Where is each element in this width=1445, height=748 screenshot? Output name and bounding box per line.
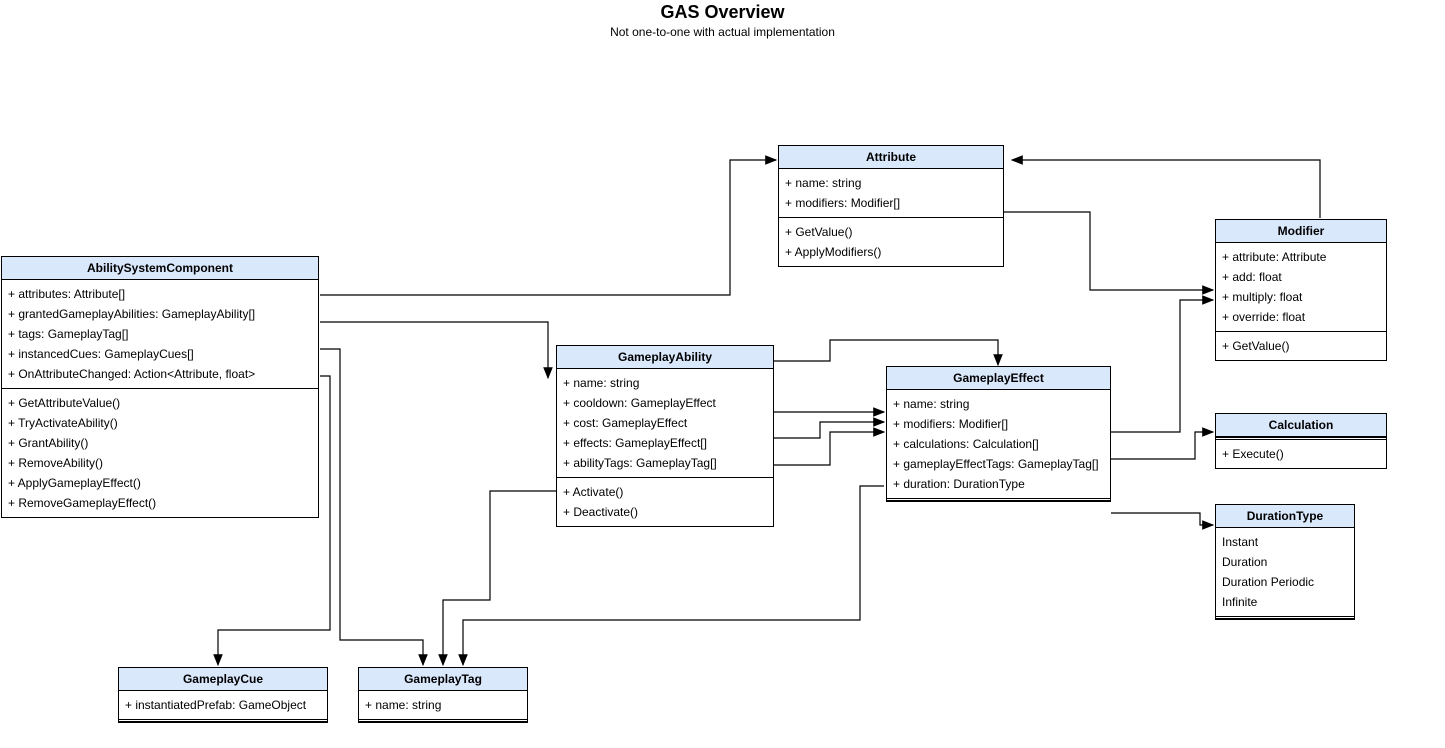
divider <box>119 719 327 722</box>
attr-row: + modifiers: Modifier[] <box>893 414 1104 434</box>
method-row: + Activate() <box>563 482 767 502</box>
diagram-title: GAS Overview <box>0 2 1445 23</box>
methods-section: + GetValue() <box>1216 331 1386 360</box>
method-row: + GetAttributeValue() <box>8 393 312 413</box>
class-title: GameplayTag <box>359 668 527 691</box>
attr-row: + gameplayEffectTags: GameplayTag[] <box>893 454 1104 474</box>
attr-row: + name: string <box>893 394 1104 414</box>
attributes-section: + name: string + modifiers: Modifier[] <box>779 169 1003 217</box>
class-title: GameplayCue <box>119 668 327 691</box>
attr-row: + instantiatedPrefab: GameObject <box>125 695 321 715</box>
attr-row: + modifiers: Modifier[] <box>785 193 997 213</box>
divider <box>887 498 1110 501</box>
class-calculation: Calculation + Execute() <box>1215 413 1387 469</box>
attr-row: + override: float <box>1222 307 1380 327</box>
attributes-section: + name: string + modifiers: Modifier[] +… <box>887 390 1110 498</box>
attr-row: + name: string <box>785 173 997 193</box>
enum-value: Duration <box>1222 552 1348 572</box>
attr-row: + instancedCues: GameplayCues[] <box>8 344 312 364</box>
attr-row: + duration: DurationType <box>893 474 1104 494</box>
attr-row: + name: string <box>365 695 521 715</box>
class-title: AbilitySystemComponent <box>2 257 318 280</box>
attr-row: + abilityTags: GameplayTag[] <box>563 453 767 473</box>
enum-value: Instant <box>1222 532 1348 552</box>
attr-row: + calculations: Calculation[] <box>893 434 1104 454</box>
enum-value: Infinite <box>1222 592 1348 612</box>
enum-value: Duration Periodic <box>1222 572 1348 592</box>
attributes-section: + attributes: Attribute[] + grantedGamep… <box>2 280 318 388</box>
attributes-section: + instantiatedPrefab: GameObject <box>119 691 327 719</box>
method-row: + RemoveAbility() <box>8 453 312 473</box>
method-row: + ApplyGameplayEffect() <box>8 473 312 493</box>
class-modifier: Modifier + attribute: Attribute + add: f… <box>1215 219 1387 361</box>
attr-row: + cost: GameplayEffect <box>563 413 767 433</box>
attr-row: + multiply: float <box>1222 287 1380 307</box>
attributes-section: + name: string + cooldown: GameplayEffec… <box>557 369 773 477</box>
class-attribute: Attribute + name: string + modifiers: Mo… <box>778 145 1004 267</box>
method-row: + Execute() <box>1222 444 1380 464</box>
method-row: + RemoveGameplayEffect() <box>8 493 312 513</box>
attr-row: + tags: GameplayTag[] <box>8 324 312 344</box>
attr-row: + effects: GameplayEffect[] <box>563 433 767 453</box>
diagram-title-block: GAS Overview Not one-to-one with actual … <box>0 2 1445 39</box>
methods-section: + GetValue() + ApplyModifiers() <box>779 217 1003 266</box>
method-row: + Deactivate() <box>563 502 767 522</box>
method-row: + GetValue() <box>1222 336 1380 356</box>
divider <box>359 719 527 722</box>
class-title: DurationType <box>1216 505 1354 528</box>
method-row: + GrantAbility() <box>8 433 312 453</box>
method-row: + ApplyModifiers() <box>785 242 997 262</box>
methods-section: + Activate() + Deactivate() <box>557 477 773 526</box>
diagram-subtitle: Not one-to-one with actual implementatio… <box>0 25 1445 39</box>
class-gameplay-effect: GameplayEffect + name: string + modifier… <box>886 366 1111 502</box>
divider <box>1216 616 1354 619</box>
attr-row: + name: string <box>563 373 767 393</box>
class-gameplay-ability: GameplayAbility + name: string + cooldow… <box>556 345 774 527</box>
class-title: Modifier <box>1216 220 1386 243</box>
method-row: + GetValue() <box>785 222 997 242</box>
attr-row: + attribute: Attribute <box>1222 247 1380 267</box>
class-ability-system-component: AbilitySystemComponent + attributes: Att… <box>1 256 319 518</box>
attr-row: + attributes: Attribute[] <box>8 284 312 304</box>
attributes-section: + attribute: Attribute + add: float + mu… <box>1216 243 1386 331</box>
values-section: Instant Duration Duration Periodic Infin… <box>1216 528 1354 616</box>
class-gameplay-cue: GameplayCue + instantiatedPrefab: GameOb… <box>118 667 328 723</box>
class-duration-type: DurationType Instant Duration Duration P… <box>1215 504 1355 620</box>
class-title: Calculation <box>1216 414 1386 437</box>
methods-section: + Execute() <box>1216 440 1386 468</box>
attributes-section: + name: string <box>359 691 527 719</box>
class-title: GameplayEffect <box>887 367 1110 390</box>
attr-row: + grantedGameplayAbilities: GameplayAbil… <box>8 304 312 324</box>
class-gameplay-tag: GameplayTag + name: string <box>358 667 528 723</box>
attr-row: + cooldown: GameplayEffect <box>563 393 767 413</box>
attr-row: + OnAttributeChanged: Action<Attribute, … <box>8 364 312 384</box>
class-title: GameplayAbility <box>557 346 773 369</box>
method-row: + TryActivateAbility() <box>8 413 312 433</box>
attr-row: + add: float <box>1222 267 1380 287</box>
methods-section: + GetAttributeValue() + TryActivateAbili… <box>2 388 318 517</box>
class-title: Attribute <box>779 146 1003 169</box>
